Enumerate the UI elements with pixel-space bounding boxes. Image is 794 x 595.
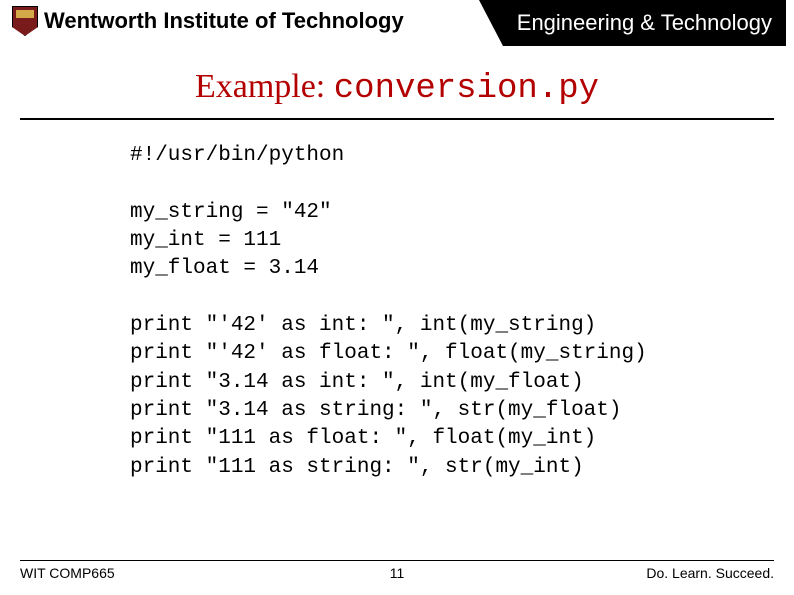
department-label: Engineering & Technology <box>503 0 786 46</box>
slide-title: Example: conversion.py <box>20 68 774 120</box>
title-filename: conversion.py <box>334 70 599 108</box>
header-left: Wentworth Institute of Technology <box>12 6 404 36</box>
slide-header: Wentworth Institute of Technology Engine… <box>0 0 794 46</box>
footer-course: WIT COMP665 <box>20 565 115 581</box>
code-block: #!/usr/bin/python my_string = "42" my_in… <box>130 142 794 482</box>
crest-icon <box>12 6 38 36</box>
institution-name: Wentworth Institute of Technology <box>44 8 404 34</box>
slide-footer: WIT COMP665 11 Do. Learn. Succeed. <box>20 560 774 581</box>
title-prefix: Example: <box>195 68 334 105</box>
footer-motto: Do. Learn. Succeed. <box>646 565 774 581</box>
